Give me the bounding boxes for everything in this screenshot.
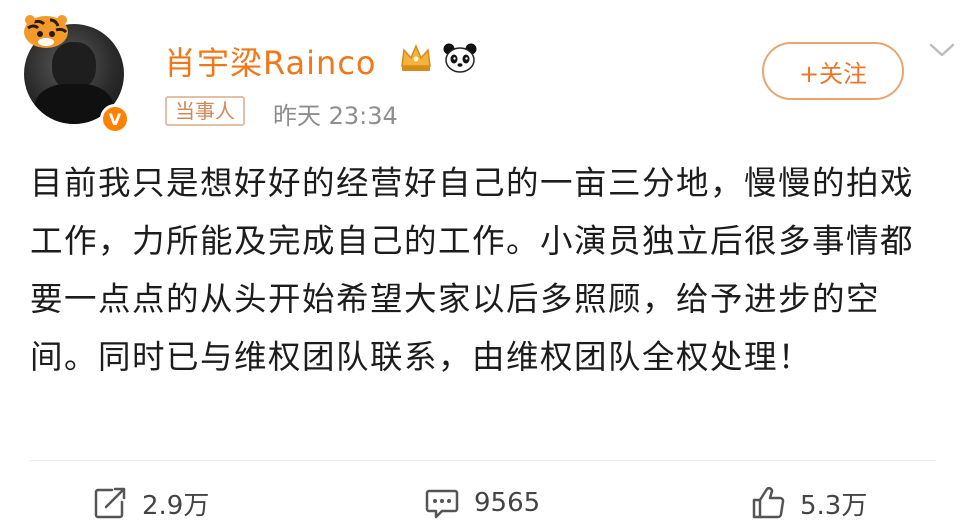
like-button[interactable]: 5.3万 <box>750 478 867 528</box>
like-icon <box>752 487 785 519</box>
avatar[interactable]: V <box>20 12 132 134</box>
weibo-post-card: V 肖宇梁Rainco 当事人 昨天 23:34 +关注 目前我只是想好好的经营… <box>0 0 966 528</box>
tiger-icon <box>24 15 68 48</box>
post-content: 目前我只是想好好的经营好自己的一亩三分地，慢慢的拍戏工作，力所能及完成自己的工作… <box>30 164 915 376</box>
divider <box>30 460 936 461</box>
role-tag: 当事人 <box>165 96 245 126</box>
follow-button[interactable]: +关注 <box>762 42 904 100</box>
comment-icon <box>425 489 459 519</box>
repost-count: 2.9万 <box>142 490 210 521</box>
crown-icon[interactable] <box>398 42 434 74</box>
comment-button[interactable]: 9565 <box>424 478 540 528</box>
comment-count: 9565 <box>474 488 541 518</box>
post-timestamp: 昨天 23:34 <box>273 102 398 130</box>
repost-icon <box>94 487 126 519</box>
action-bar: 2.9万 9565 5.3万 <box>0 478 966 528</box>
panda-icon[interactable] <box>442 42 478 74</box>
username[interactable]: 肖宇梁Rainco <box>164 38 377 84</box>
repost-button[interactable]: 2.9万 <box>92 478 209 528</box>
chevron-down-icon[interactable] <box>928 40 956 60</box>
like-count: 5.3万 <box>800 490 868 521</box>
user-badges <box>398 42 478 74</box>
verified-badge-icon: V <box>100 104 130 134</box>
